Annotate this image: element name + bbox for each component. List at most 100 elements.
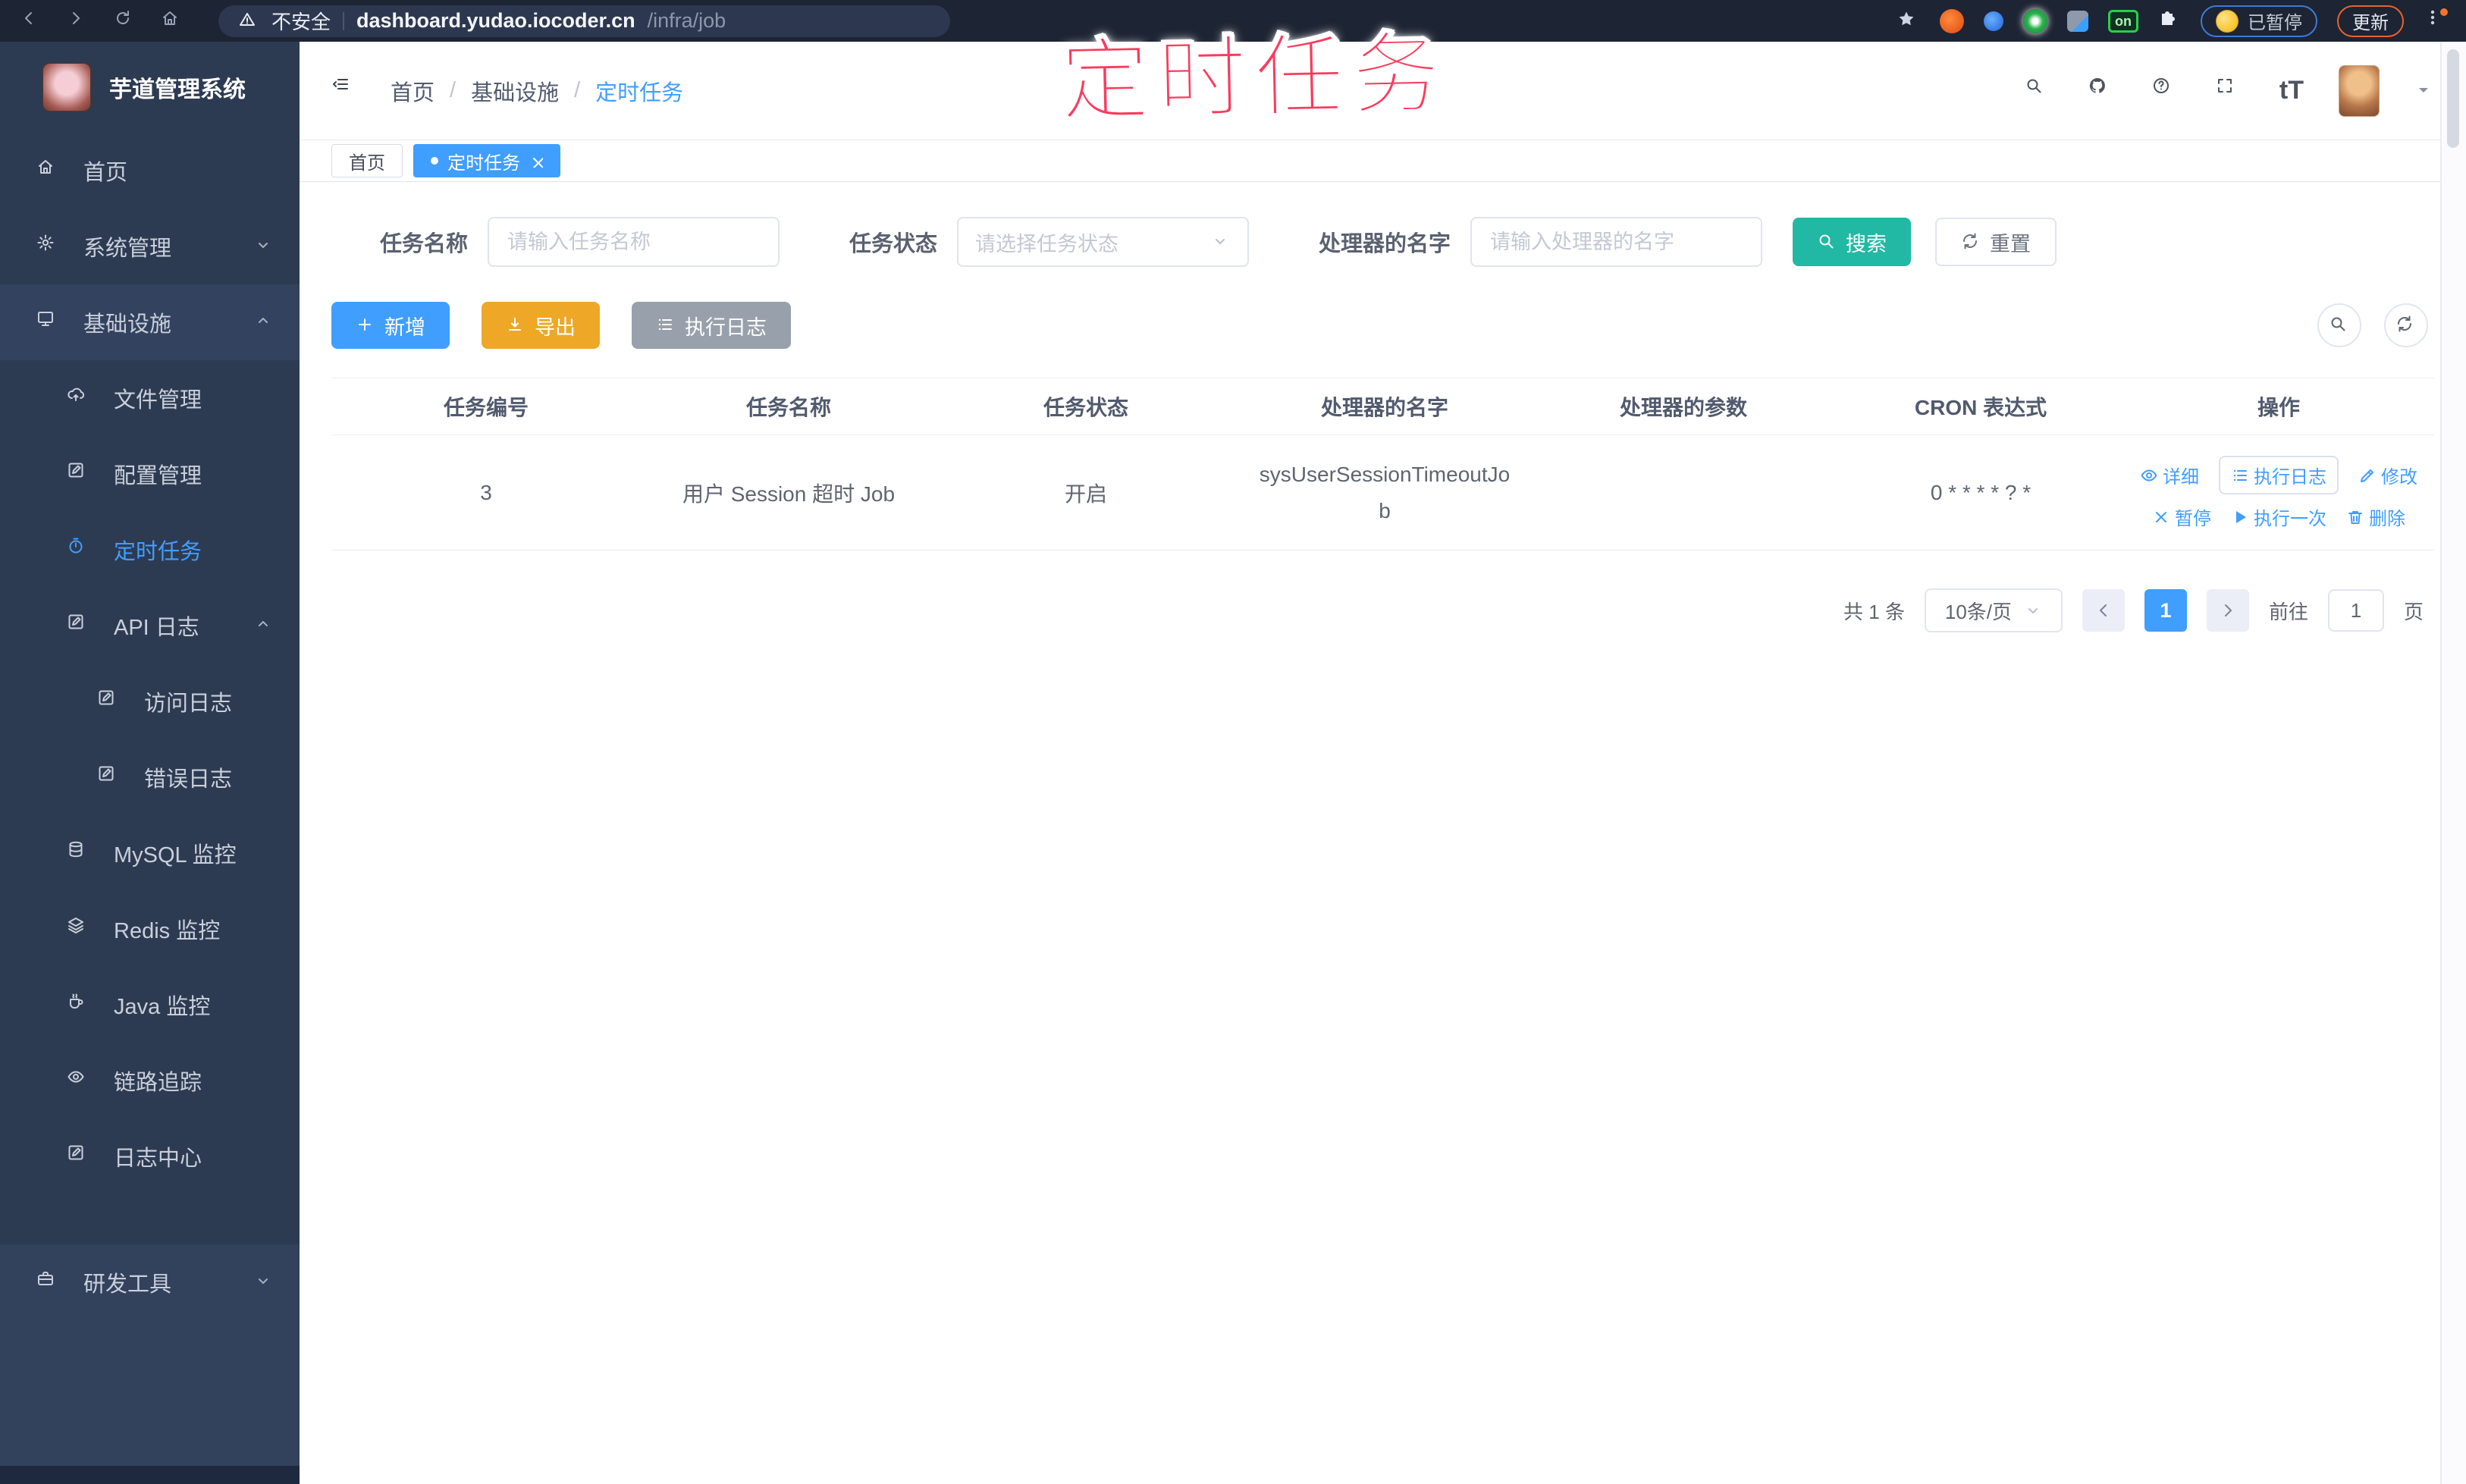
sidebar-item-dev-tools[interactable]: 研发工具 [0,1244,300,1320]
breadcrumb-home[interactable]: 首页 [391,75,435,107]
sidebar-item-home[interactable]: 首页 [0,133,300,209]
java-cup-icon [70,993,83,1009]
scrollbar-thumb[interactable] [2447,49,2459,148]
handler-name-label: 处理器的名字 [1319,232,1451,256]
app-logo [42,63,91,111]
job-name-input[interactable] [488,217,780,267]
not-secure-warning-icon [240,12,255,26]
extension-blue-icon[interactable] [1984,11,2003,31]
browser-reload-icon[interactable] [114,9,138,33]
row-exec-log-link[interactable]: 执行日志 [2219,455,2339,494]
address-bar[interactable]: 不安全 dashboard.yudao.iocoder.cn /infra/jo… [218,5,950,37]
close-icon[interactable] [529,154,543,168]
tab-home[interactable]: 首页 [331,144,403,177]
page-number-button[interactable]: 1 [2144,589,2187,632]
sidebar-item-access-log[interactable]: 访问日志 [0,664,300,739]
search-icon[interactable] [2025,77,2053,105]
log-center-icon [68,1145,83,1160]
avatar-caret-icon[interactable] [2414,81,2434,101]
sidebar-item-redis-monitor[interactable]: Redis 监控 [0,891,300,967]
eye-icon [2141,469,2157,482]
bookmark-star-icon[interactable] [1897,10,1920,33]
update-label: 更新 [2352,13,2389,33]
url-path[interactable]: /infra/job [648,9,726,33]
col-header-job-status: 任务状态 [1043,396,1128,419]
breadcrumb-section[interactable]: 基础设施 [471,75,559,107]
browser-update-button[interactable]: 更新 [2337,5,2404,37]
edit-link[interactable]: 修改 [2358,462,2417,488]
browser-menu-icon[interactable] [2424,8,2448,34]
browser-home-icon[interactable] [161,9,185,33]
sidebar-item-trace[interactable]: 链路追踪 [0,1043,300,1118]
url-host[interactable]: dashboard.yudao.iocoder.cn [356,9,635,33]
row-exec-log-label: 执行日志 [2254,466,2326,488]
github-icon[interactable] [2088,77,2117,105]
next-page-button[interactable] [2206,589,2249,632]
sidebar-item-mysql-monitor[interactable]: MySQL 监控 [0,815,300,891]
font-size-icon[interactable]: tT [2279,76,2304,105]
prev-page-button[interactable] [2082,589,2125,632]
layers-icon [68,918,83,933]
refresh-table-button[interactable] [2384,303,2428,347]
export-button[interactable]: 导出 [482,302,600,349]
sidebar-item-api-log[interactable]: API 日志 [0,588,300,664]
home-icon [39,160,52,174]
sidebar-logo-row[interactable]: 芋道管理系统 [0,42,300,133]
browser-scrollbar[interactable] [2440,42,2466,1484]
reset-button[interactable]: 重置 [1935,218,2057,266]
toggle-search-button[interactable] [2317,303,2361,347]
sidebar-item-label: 配置管理 [114,464,202,488]
browser-forward-icon[interactable] [67,9,91,33]
extension-on-badge[interactable]: on [2108,9,2138,33]
sidebar-item-error-log[interactable]: 错误日志 [0,739,300,815]
database-icon [69,841,83,858]
goto-page-input[interactable] [2327,589,2384,632]
browser-back-icon[interactable] [20,9,44,33]
browser-toolbar: 不安全 dashboard.yudao.iocoder.cn /infra/jo… [0,0,2466,42]
handler-name-input[interactable] [1470,217,1763,267]
detail-link-label: 详细 [2163,466,2199,488]
pause-link[interactable]: 暂停 [2152,504,2211,530]
extension-orange-icon[interactable] [1940,8,1964,33]
sidebar-item-infrastructure[interactable]: 基础设施 [0,284,300,360]
collapse-sidebar-icon[interactable] [331,75,363,107]
refresh-icon [1963,233,1978,249]
help-icon[interactable] [2152,77,2181,105]
breadcrumb-separator: / [450,78,456,102]
job-status-placeholder: 请选择任务状态 [975,232,1119,256]
chevron-left-icon [2099,604,2107,617]
cloud-upload-icon [67,387,85,401]
sidebar-item-config-mgmt[interactable]: 配置管理 [0,436,300,512]
delete-link[interactable]: 删除 [2346,504,2405,530]
user-avatar[interactable] [2339,64,2380,117]
extension-grid-icon[interactable] [2067,10,2088,32]
run-once-link[interactable]: 执行一次 [2231,504,2326,530]
paused-label: 已暂停 [2248,13,2302,33]
breadcrumb: 首页 / 基础设施 / 定时任务 [391,75,683,107]
list-icon [2232,469,2247,482]
toolbox-icon [38,1272,53,1285]
page-content: 任务名称 任务状态 请选择任务状态 处理器的名字 搜索 [300,182,2466,1484]
security-label[interactable]: 不安全 [271,7,331,35]
export-button-label: 导出 [535,315,576,339]
chevron-up-icon [259,621,268,626]
sidebar-item-log-center[interactable]: 日志中心 [0,1118,300,1194]
job-status-select[interactable]: 请选择任务状态 [957,217,1250,267]
col-header-handler-name: 处理器的名字 [1320,396,1448,419]
profile-paused-badge[interactable]: 已暂停 [2201,5,2317,37]
detail-link[interactable]: 详细 [2140,462,2199,488]
extension-green-icon[interactable] [2023,8,2047,33]
sidebar-item-file-mgmt[interactable]: 文件管理 [0,360,300,436]
fullscreen-icon[interactable] [2216,77,2245,105]
page-size-select[interactable]: 10条/页 [1924,588,2063,632]
add-button[interactable]: 新增 [331,302,450,349]
sidebar-item-scheduled-tasks[interactable]: 定时任务 [0,512,300,588]
trash-icon [2348,511,2362,524]
sidebar-item-system-mgmt[interactable]: 系统管理 [0,209,300,284]
tab-scheduled-tasks[interactable]: 定时任务 [413,144,560,177]
exec-log-button[interactable]: 执行日志 [632,302,791,349]
search-button[interactable]: 搜索 [1793,218,1912,266]
tab-label: 首页 [349,152,385,174]
extensions-puzzle-icon[interactable] [2158,10,2181,33]
sidebar-item-java-monitor[interactable]: Java 监控 [0,967,300,1043]
